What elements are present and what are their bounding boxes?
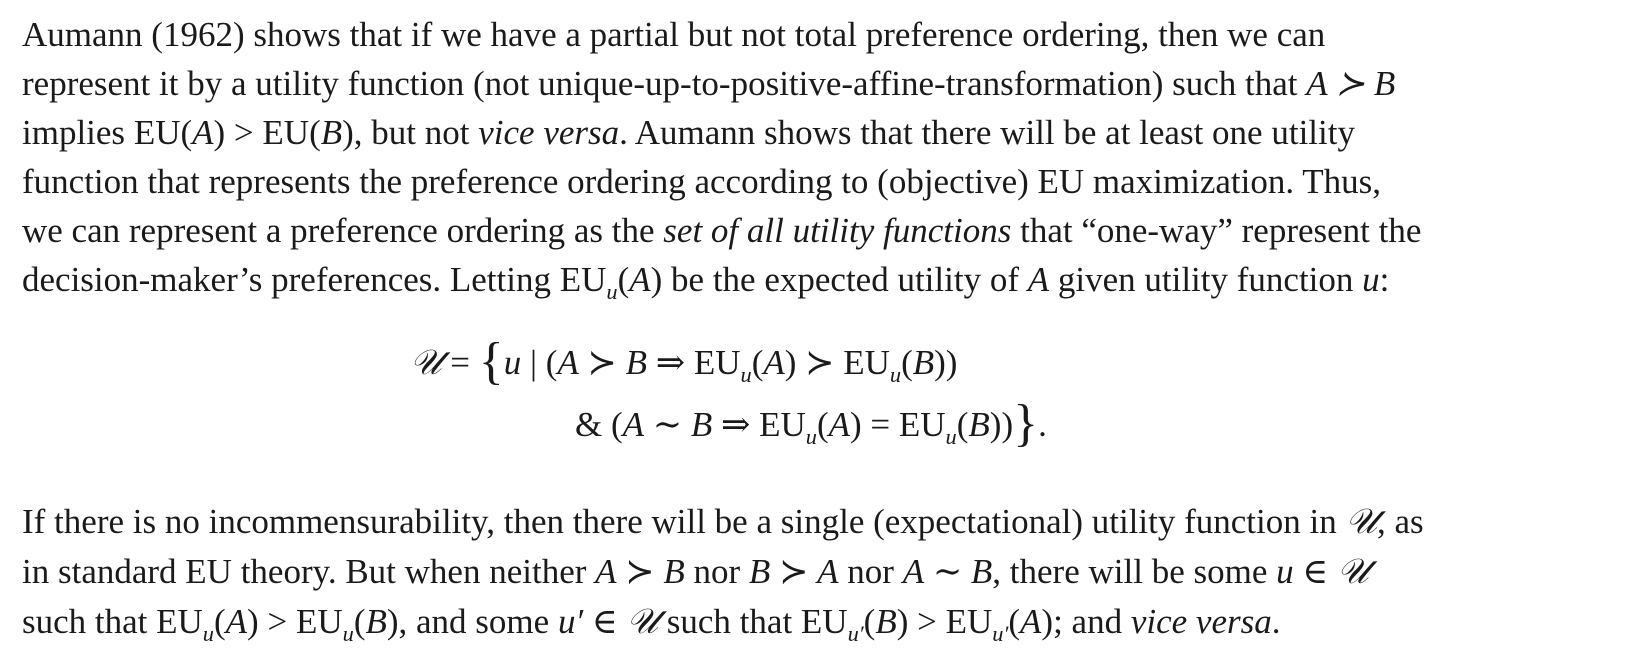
text-run: .: [1271, 602, 1281, 641]
text-run: . Aumann shows that there will be at lea…: [619, 113, 1355, 152]
display-equation-line-2: & (A ∼ B ⇒ EUu(A) = EUu(B))}.: [575, 395, 1047, 452]
inline-math-a: A: [1027, 260, 1050, 299]
text-run: be the expected utility of: [671, 260, 1019, 299]
text-run: in standard EU theory. But when neither: [22, 552, 587, 591]
text-run: Aumann (1962) shows that if we have a pa…: [22, 15, 1326, 54]
emphasis-vice-versa: vice versa: [1130, 602, 1272, 641]
inline-math-u: u: [1362, 260, 1380, 299]
emphasis-set-of-utility-functions: set of all utility functions: [663, 211, 1012, 250]
text-run: nor: [847, 552, 894, 591]
text-run: ; and: [1053, 602, 1123, 641]
inline-math-eu-u: EUu(A): [559, 260, 663, 304]
text-run: function that represents the preference …: [22, 162, 1381, 201]
text-run: we can represent a preference ordering a…: [22, 211, 655, 250]
inline-math-eu-compare: EU(A) > EU(B): [133, 113, 354, 152]
text-line: such that EUu(A) > EUu(B), and some u′ ∈…: [22, 602, 1281, 646]
text-run: , but not: [353, 113, 470, 152]
inline-math-preference: A ≻ B: [1306, 64, 1396, 103]
text-line: function that represents the preference …: [22, 157, 1612, 206]
text-run: implies: [22, 113, 126, 152]
text-line: implies EU(A) > EU(B), but not vice vers…: [22, 108, 1612, 157]
text-run: , as: [1377, 502, 1424, 541]
text-line: in standard EU theory. But when neither …: [22, 552, 1369, 592]
text-run: given utility function: [1057, 260, 1354, 299]
document-page: Aumann (1962) shows that if we have a pa…: [0, 0, 1629, 661]
text-run: If there is no incommensurability, then …: [22, 502, 1337, 541]
text-line: we can represent a preference ordering a…: [22, 206, 1612, 255]
text-run: that “one-way” represent the: [1020, 211, 1422, 250]
text-line: decision-maker’s preferences. Letting EU…: [22, 255, 1612, 304]
text-run: represent it by a utility function (not …: [22, 64, 1298, 103]
text-run: decision-maker’s preferences. Letting: [22, 260, 551, 299]
text-run: , there will be some: [992, 552, 1268, 591]
text-line: If there is no incommensurability, then …: [22, 497, 1612, 547]
display-equation-line-1: 𝒰 = {u | (A ≻ B ⇒ EUu(A) ≻ EUu(B)): [410, 333, 958, 390]
text-run: such that: [666, 602, 793, 641]
text-run: :: [1379, 260, 1390, 299]
text-line: represent it by a utility function (not …: [22, 59, 1612, 108]
text-run: nor: [693, 552, 741, 591]
text-run: , and some: [398, 602, 550, 641]
emphasis-vice-versa: vice versa: [478, 113, 620, 152]
inline-math-script-u: 𝒰: [1345, 502, 1377, 542]
text-line: Aumann (1962) shows that if we have a pa…: [22, 10, 1612, 59]
paragraph-incommensurability: If there is no incommensurability, then …: [22, 497, 1612, 647]
paragraph-intro: Aumann (1962) shows that if we have a pa…: [22, 10, 1612, 304]
text-run: such that: [22, 602, 148, 641]
